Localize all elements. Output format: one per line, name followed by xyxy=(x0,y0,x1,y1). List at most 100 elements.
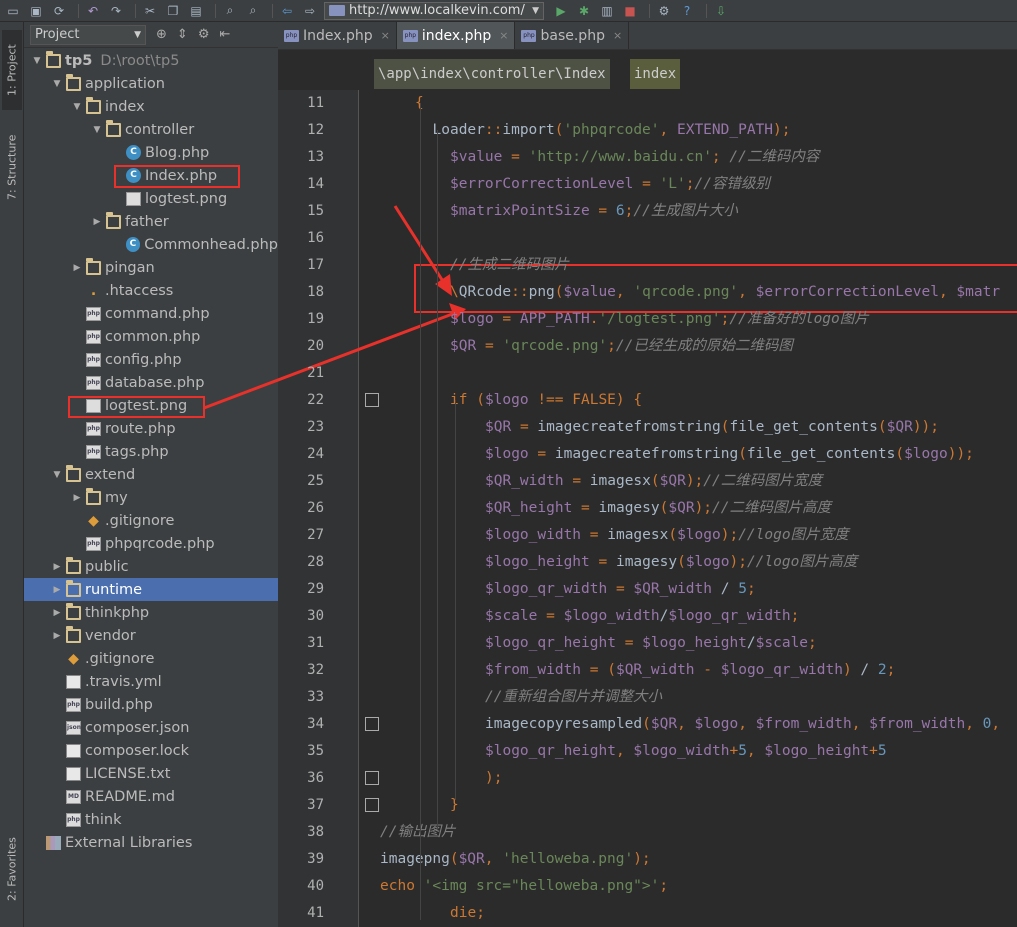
help-icon[interactable]: ? xyxy=(678,3,696,19)
tree-item[interactable]: ▼ tp5 D:\root\tp5 xyxy=(24,49,278,72)
collapse-icon[interactable]: ⇕ xyxy=(177,27,188,42)
tree-item[interactable]: php database.php xyxy=(24,371,278,394)
code-line[interactable]: $scale = $logo_width/$logo_qr_width; xyxy=(485,603,799,630)
close-icon[interactable]: × xyxy=(613,29,622,42)
expanded-arrow-icon[interactable]: ▼ xyxy=(50,470,64,480)
project-view-dropdown[interactable]: Project ▼ xyxy=(30,24,146,45)
collapsed-arrow-icon[interactable]: ▶ xyxy=(50,608,64,618)
code-line[interactable]: echo '<img src="helloweba.png">'; xyxy=(380,873,668,900)
code-line[interactable]: //输出图片 xyxy=(380,819,455,846)
collapsed-arrow-icon[interactable]: ▶ xyxy=(70,493,84,503)
tree-item[interactable]: ▶ vendor xyxy=(24,624,278,647)
update-icon[interactable]: ⇩ xyxy=(712,3,730,19)
code-line[interactable]: Loader::import('phpqrcode', EXTEND_PATH)… xyxy=(433,117,791,144)
sync-icon[interactable]: ⟳ xyxy=(50,3,68,19)
replace-icon[interactable]: ⌕ xyxy=(244,3,262,19)
fold-marker-icon[interactable] xyxy=(365,771,379,785)
close-icon[interactable]: × xyxy=(381,29,390,42)
tree-item[interactable]: MD README.md xyxy=(24,785,278,808)
fold-marker-icon[interactable] xyxy=(365,393,379,407)
coverage-icon[interactable]: ▥ xyxy=(598,3,616,19)
tree-item[interactable]: php tags.php xyxy=(24,440,278,463)
fold-marker-icon[interactable] xyxy=(365,798,379,812)
expanded-arrow-icon[interactable]: ▼ xyxy=(30,56,44,66)
tree-item[interactable]: External Libraries xyxy=(24,831,278,854)
tree-item[interactable]: C Blog.php xyxy=(24,141,278,164)
tree-item[interactable]: json composer.json xyxy=(24,716,278,739)
forward-icon[interactable]: ⇨ xyxy=(301,3,319,19)
back-icon[interactable]: ⇦ xyxy=(278,3,296,19)
code-line[interactable]: $from_width = ($QR_width - $logo_qr_widt… xyxy=(485,657,895,684)
tree-item[interactable]: . .htaccess xyxy=(24,279,278,302)
code-line[interactable]: $value = 'http://www.baidu.cn'; //二维码内容 xyxy=(450,144,819,171)
tree-item[interactable]: ◆ .gitignore xyxy=(24,509,278,532)
tree-item[interactable]: php common.php xyxy=(24,325,278,348)
gear-icon[interactable]: ⚙ xyxy=(198,27,210,42)
collapsed-arrow-icon[interactable]: ▶ xyxy=(70,263,84,273)
code-line[interactable]: die; xyxy=(450,900,485,927)
tree-item[interactable]: ▶ public xyxy=(24,555,278,578)
tree-item[interactable]: composer.lock xyxy=(24,739,278,762)
run-icon[interactable]: ▶ xyxy=(552,3,570,19)
cut-icon[interactable]: ✂ xyxy=(141,3,159,19)
find-icon[interactable]: ⌕ xyxy=(221,3,239,19)
editor-tab[interactable]: php Index.php × xyxy=(278,22,397,49)
code-line[interactable]: $logo_qr_height = $logo_height/$scale; xyxy=(485,630,817,657)
collapsed-arrow-icon[interactable]: ▶ xyxy=(50,562,64,572)
redo-icon[interactable]: ↷ xyxy=(107,3,125,19)
code-line[interactable]: $QR = imagecreatefromstring(file_get_con… xyxy=(485,414,939,441)
tree-item[interactable]: ▶ pingan xyxy=(24,256,278,279)
tree-item[interactable]: php phpqrcode.php xyxy=(24,532,278,555)
expanded-arrow-icon[interactable]: ▼ xyxy=(70,102,84,112)
structure-tool-tab[interactable]: 7: Structure xyxy=(2,122,22,212)
code-line[interactable]: \QRcode::png($value, 'qrcode.png', $erro… xyxy=(450,279,1000,306)
code-line[interactable]: $QR = 'qrcode.png';//已经生成的原始二维码图 xyxy=(450,333,793,360)
undo-icon[interactable]: ↶ xyxy=(84,3,102,19)
stop-icon[interactable]: ■ xyxy=(621,3,639,19)
editor-tab[interactable]: php index.php × xyxy=(396,22,516,49)
tree-item[interactable]: ▼ extend xyxy=(24,463,278,486)
paste-icon[interactable]: ▤ xyxy=(187,3,205,19)
open-icon[interactable]: ▭ xyxy=(4,3,22,19)
tree-item[interactable]: php config.php xyxy=(24,348,278,371)
code-line[interactable]: $logo_qr_height, $logo_width+5, $logo_he… xyxy=(485,738,887,765)
tree-item[interactable]: logtest.png xyxy=(24,394,278,417)
tree-item[interactable]: ◆ .gitignore xyxy=(24,647,278,670)
tree-item[interactable]: php build.php xyxy=(24,693,278,716)
tree-item[interactable]: ▶ thinkphp xyxy=(24,601,278,624)
tree-item[interactable]: php command.php xyxy=(24,302,278,325)
breadcrumb-method[interactable]: index xyxy=(630,59,681,89)
code-line[interactable]: $logo_width = imagesx($logo);//logo图片宽度 xyxy=(485,522,849,549)
settings-icon[interactable]: ⚙ xyxy=(655,3,673,19)
code-line[interactable]: $matrixPointSize = 6;//生成图片大小 xyxy=(450,198,738,225)
code-line[interactable]: $QR_height = imagesy($QR);//二维码图片高度 xyxy=(485,495,831,522)
code-line[interactable]: if ($logo !== FALSE) { xyxy=(450,387,642,414)
tree-item[interactable]: ▶ runtime xyxy=(24,578,278,601)
tree-item[interactable]: php think xyxy=(24,808,278,831)
code-line[interactable]: $logo_height = imagesy($logo);//logo图片高度 xyxy=(485,549,857,576)
expanded-arrow-icon[interactable]: ▼ xyxy=(50,79,64,89)
code-line[interactable]: //生成二维码图片 xyxy=(450,252,569,279)
code-line[interactable]: $logo = APP_PATH.'/logtest.png';//准备好的lo… xyxy=(450,306,869,333)
close-icon[interactable]: × xyxy=(499,29,508,42)
project-tool-tab[interactable]: 1: Project xyxy=(2,30,22,110)
code-line[interactable]: ); xyxy=(485,765,502,792)
tree-item[interactable]: logtest.png xyxy=(24,187,278,210)
code-line[interactable]: //重新组合图片并调整大小 xyxy=(485,684,662,711)
fold-marker-icon[interactable] xyxy=(365,717,379,731)
tree-item[interactable]: .travis.yml xyxy=(24,670,278,693)
editor-tab[interactable]: php base.php × xyxy=(515,22,630,49)
run-config-url-dropdown[interactable]: http://www.localkevin.com/ ▼ xyxy=(324,1,544,20)
tree-item[interactable]: C Index.php xyxy=(24,164,278,187)
collapsed-arrow-icon[interactable]: ▶ xyxy=(90,217,104,227)
tree-item[interactable]: php route.php xyxy=(24,417,278,440)
breadcrumb-path[interactable]: \app\index\controller\Index xyxy=(374,59,610,89)
tree-item[interactable]: ▼ index xyxy=(24,95,278,118)
tree-item[interactable]: ▼ controller xyxy=(24,118,278,141)
save-icon[interactable]: ▣ xyxy=(27,3,45,19)
expanded-arrow-icon[interactable]: ▼ xyxy=(90,125,104,135)
code-line[interactable]: $QR_width = imagesx($QR);//二维码图片宽度 xyxy=(485,468,822,495)
tree-item[interactable]: LICENSE.txt xyxy=(24,762,278,785)
code-line[interactable]: $errorCorrectionLevel = 'L';//容错级别 xyxy=(450,171,770,198)
code-line[interactable]: $logo_qr_width = $QR_width / 5; xyxy=(485,576,756,603)
